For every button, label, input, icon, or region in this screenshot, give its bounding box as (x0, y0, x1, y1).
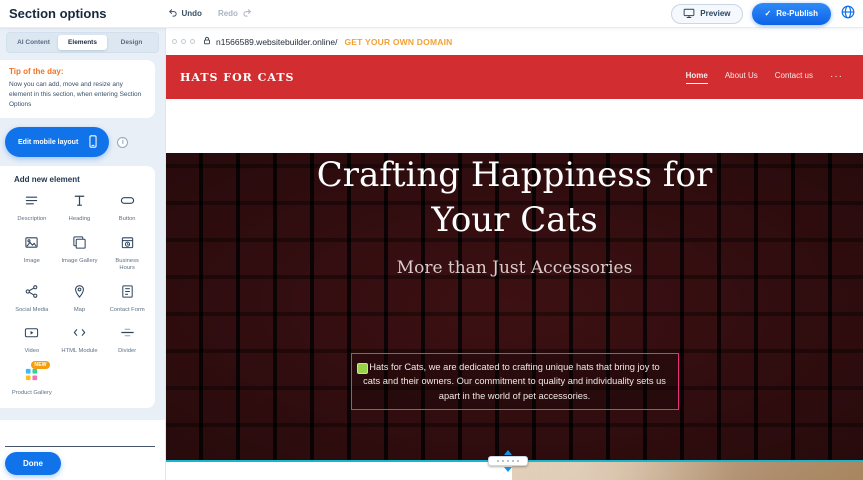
sidebar-panel: AI Content Elements Design Tip of the da… (0, 28, 165, 420)
button-icon (120, 193, 135, 213)
image-icon (24, 235, 39, 255)
site-url: n1566589.websitebuilder.online/ (216, 37, 337, 47)
hero-paragraph[interactable]: Hats for Cats, we are dedicated to craft… (361, 360, 669, 403)
next-section-image[interactable] (512, 462, 863, 480)
element-grid: Description Heading Button (8, 193, 151, 397)
window-dot (181, 39, 186, 44)
tab-design[interactable]: Design (107, 35, 156, 50)
tip-of-the-day-card: Tip of the day: Now you can add, move an… (0, 60, 155, 118)
social-media-icon (24, 284, 39, 304)
window-dot (172, 39, 177, 44)
sidebar: AI Content Elements Design Tip of the da… (0, 28, 166, 480)
product-gallery-icon (24, 367, 39, 387)
redo-button[interactable]: Redo (218, 7, 253, 20)
topbar: Section options Undo Redo Preview (0, 0, 863, 28)
globe-icon (840, 4, 856, 23)
nav-item-home[interactable]: Home (686, 71, 708, 84)
mobile-layout-row: Edit mobile layout i (5, 127, 165, 157)
page-title: Section options (0, 6, 107, 21)
video-icon (24, 325, 39, 345)
site-nav: Home About Us Contact us ··· (686, 71, 843, 84)
site-header[interactable]: Hats For Cats Home About Us Contact us ·… (166, 55, 863, 99)
image-gallery-icon (72, 235, 87, 255)
republish-button[interactable]: ✓ Re-Publish (752, 3, 831, 25)
element-item-video[interactable]: Video (8, 325, 56, 356)
description-icon (24, 193, 39, 213)
section-resize-handle[interactable] (488, 450, 528, 472)
divider-icon (120, 325, 135, 345)
add-element-card: Add new element Description Heading (0, 166, 155, 408)
sidebar-tabs: AI Content Elements Design (6, 32, 159, 53)
preview-label: Preview (700, 9, 730, 18)
edit-mobile-layout-button[interactable]: Edit mobile layout (5, 127, 109, 157)
nav-more-icon[interactable]: ··· (830, 71, 843, 84)
undo-label: Undo (182, 9, 202, 18)
arrow-down-icon (504, 467, 512, 472)
topbar-actions: Preview ✓ Re-Publish (671, 3, 863, 25)
element-item-button[interactable]: Button (103, 193, 151, 224)
check-icon: ✓ (765, 9, 772, 18)
get-domain-link[interactable]: GET YOUR OWN DOMAIN (344, 37, 452, 47)
selected-text-element[interactable]: Hats for Cats, we are dedicated to craft… (351, 353, 679, 410)
element-item-html-module[interactable]: HTML Module (56, 325, 104, 356)
footer-divider (5, 446, 155, 447)
redo-icon (242, 7, 253, 20)
element-item-divider[interactable]: Divider (103, 325, 151, 356)
nav-item-about-us[interactable]: About Us (725, 71, 758, 84)
contact-form-icon (120, 284, 135, 304)
business-hours-icon (120, 235, 135, 255)
info-icon[interactable]: i (117, 137, 128, 148)
element-item-description[interactable]: Description (8, 193, 56, 224)
window-dot (190, 39, 195, 44)
element-item-image[interactable]: Image (8, 235, 56, 273)
drag-grip (488, 456, 528, 466)
tip-title: Tip of the day: (9, 67, 146, 76)
hero-heading[interactable]: Crafting Happiness for Your Cats (290, 153, 740, 243)
browser-bar: n1566589.websitebuilder.online/ GET YOUR… (166, 28, 863, 55)
html-module-icon (72, 325, 87, 345)
heading-icon (72, 193, 87, 213)
canvas-area: n1566589.websitebuilder.online/ GET YOUR… (166, 28, 863, 480)
element-item-product-gallery[interactable]: NEW Product Gallery (8, 367, 56, 398)
redo-label: Redo (218, 9, 238, 18)
element-item-social-media[interactable]: Social Media (8, 284, 56, 315)
monitor-icon (683, 7, 695, 21)
element-item-contact-form[interactable]: Contact Form (103, 284, 151, 315)
preview-button[interactable]: Preview (671, 4, 742, 24)
section-boundary-line (166, 460, 863, 462)
tip-body: Now you can add, move and resize any ele… (9, 80, 146, 109)
done-button[interactable]: Done (5, 452, 61, 475)
hero-section[interactable]: Crafting Happiness for Your Cats More th… (166, 153, 863, 460)
edit-mobile-layout-label: Edit mobile layout (18, 139, 78, 146)
history-controls: Undo Redo (167, 7, 253, 20)
element-item-map[interactable]: Map (56, 284, 104, 315)
undo-icon (167, 7, 178, 20)
element-item-heading[interactable]: Heading (56, 193, 104, 224)
hero-subheading[interactable]: More than Just Accessories (166, 258, 863, 278)
new-badge: NEW (31, 361, 49, 369)
language-globe-button[interactable] (840, 4, 856, 23)
tab-elements[interactable]: Elements (58, 35, 107, 50)
undo-button[interactable]: Undo (167, 7, 202, 20)
element-item-business-hours[interactable]: Business Hours (103, 235, 151, 273)
tab-ai-content[interactable]: AI Content (9, 35, 58, 50)
nav-item-contact-us[interactable]: Contact us (775, 71, 813, 84)
arrow-up-icon (504, 450, 512, 455)
site-logo[interactable]: Hats For Cats (180, 71, 294, 84)
site-preview: Hats For Cats Home About Us Contact us ·… (166, 55, 863, 480)
element-marker-icon[interactable] (357, 363, 368, 374)
sidebar-footer: Done (0, 420, 165, 480)
map-pin-icon (72, 284, 87, 304)
element-item-image-gallery[interactable]: Image Gallery (56, 235, 104, 273)
republish-label: Re-Publish (776, 9, 818, 18)
smartphone-icon (86, 134, 100, 151)
add-element-title: Add new element (14, 175, 151, 184)
lock-icon (202, 33, 212, 51)
window-dots (172, 39, 195, 44)
